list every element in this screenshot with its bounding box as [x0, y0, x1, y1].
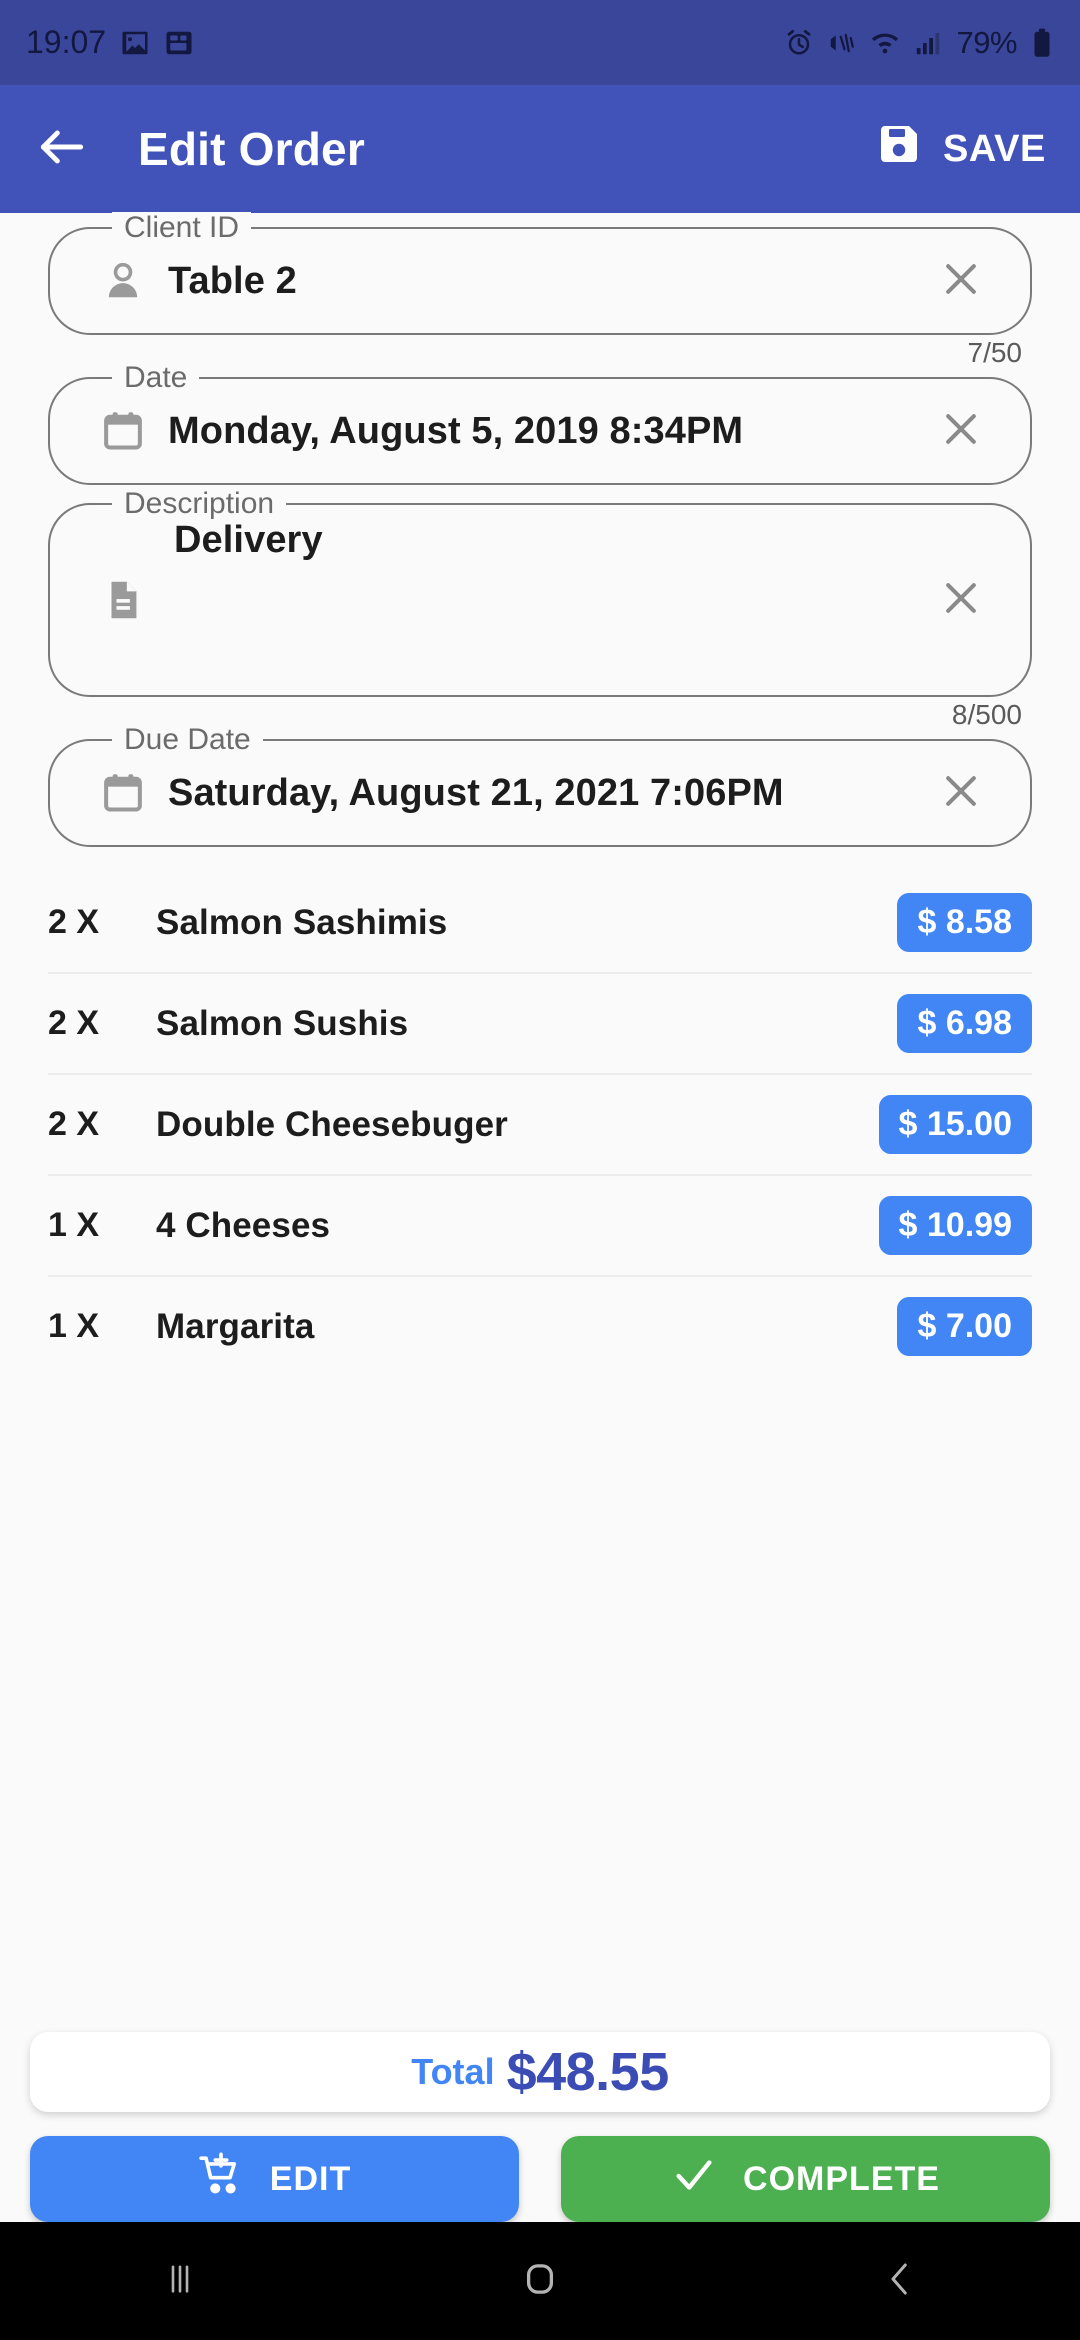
recents-icon: [159, 2258, 201, 2305]
home-icon: [519, 2258, 561, 2305]
recents-button[interactable]: [100, 2258, 260, 2305]
description-value: Delivery: [174, 519, 323, 561]
save-button[interactable]: SAVE: [875, 120, 1046, 178]
date-clear-button[interactable]: [926, 407, 996, 456]
system-navigation-bar: [0, 2222, 1080, 2340]
client-id-clear-button[interactable]: [926, 257, 996, 306]
check-icon: [671, 2152, 717, 2207]
table-row[interactable]: 2 X Salmon Sashimis $ 8.58: [0, 873, 1080, 972]
battery-icon: [1030, 28, 1054, 58]
close-icon: [939, 769, 983, 818]
person-icon: [84, 258, 162, 304]
page-title: Edit Order: [138, 123, 365, 175]
table-row[interactable]: 1 X Margarita $ 7.00: [0, 1277, 1080, 1376]
total-value: $48.55: [506, 2042, 670, 2102]
item-quantity: 2 X: [48, 1004, 100, 1042]
save-floppy-icon: [875, 120, 923, 178]
description-field[interactable]: Description Delivery: [48, 488, 1032, 697]
item-price[interactable]: $ 7.00: [897, 1297, 1032, 1356]
description-clear-button[interactable]: [926, 505, 996, 695]
edit-button[interactable]: EDIT: [30, 2136, 519, 2222]
status-bar-left: 19:07: [26, 24, 194, 61]
app-bar: Edit Order SAVE: [0, 85, 1080, 213]
edit-button-label: EDIT: [269, 2159, 352, 2198]
save-button-label: SAVE: [942, 127, 1046, 170]
client-id-field[interactable]: Client ID Table 2: [48, 212, 1032, 335]
table-row[interactable]: 2 X Salmon Sushis $ 6.98: [0, 974, 1080, 1073]
table-row[interactable]: 2 X Double Cheesebuger $ 15.00: [0, 1075, 1080, 1174]
order-form-content: Client ID Table 2 7/50 Date Monday, Augu…: [0, 212, 1080, 2024]
status-bar-right: 79%: [784, 25, 1054, 61]
order-footer: Total $48.55 EDIT COMPLETE: [0, 2032, 1080, 2222]
due-date-field[interactable]: Due Date Saturday, August 21, 2021 7:06P…: [48, 724, 1032, 847]
vibrate-icon: [827, 28, 857, 58]
due-date-clear-button[interactable]: [926, 769, 996, 818]
item-quantity: 2 X: [48, 903, 100, 941]
client-id-label: Client ID: [112, 212, 252, 244]
client-id-value: Table 2: [168, 259, 297, 302]
order-items-list: 2 X Salmon Sashimis $ 8.58 2 X Salmon Su…: [0, 873, 1080, 1376]
battery-percent: 79%: [956, 24, 1017, 60]
close-icon: [939, 257, 983, 306]
complete-button[interactable]: COMPLETE: [561, 2136, 1050, 2222]
item-name: Double Cheesebuger: [156, 1104, 508, 1144]
item-name: 4 Cheeses: [156, 1205, 331, 1245]
item-name: Margarita: [156, 1306, 315, 1346]
item-quantity: 1 X: [48, 1206, 100, 1244]
back-button-nav[interactable]: [820, 2258, 980, 2305]
item-name: Salmon Sashimis: [156, 902, 448, 942]
date-label: Date: [112, 362, 200, 394]
status-bar: 19:07 79%: [0, 0, 1080, 85]
item-name: Salmon Sushis: [156, 1003, 409, 1043]
back-chevron-icon: [879, 2258, 921, 2305]
action-button-row: EDIT COMPLETE: [0, 2136, 1080, 2222]
total-card: Total $48.55: [30, 2032, 1050, 2112]
due-date-label: Due Date: [112, 724, 263, 756]
due-date-value: Saturday, August 21, 2021 7:06PM: [168, 771, 784, 814]
qr-scan-icon: [164, 28, 194, 58]
date-value: Monday, August 5, 2019 8:34PM: [168, 409, 744, 452]
item-price[interactable]: $ 8.58: [897, 893, 1032, 952]
order-edit-screen: 19:07 79% Edit Order SAVE Client ID Tabl…: [0, 0, 1080, 2340]
item-price[interactable]: $ 15.00: [878, 1095, 1032, 1154]
back-button[interactable]: [34, 119, 104, 180]
arrow-left-icon: [34, 119, 90, 180]
status-time: 19:07: [26, 24, 107, 60]
alarm-icon: [784, 28, 814, 58]
item-quantity: 1 X: [48, 1307, 100, 1345]
close-icon: [939, 576, 983, 625]
add-to-cart-icon: [198, 2151, 244, 2207]
item-quantity: 2 X: [48, 1105, 100, 1143]
total-label: Total: [411, 2051, 495, 2092]
item-price[interactable]: $ 10.99: [878, 1196, 1032, 1255]
calendar-icon: [84, 408, 162, 454]
document-icon: [84, 505, 162, 695]
item-price[interactable]: $ 6.98: [897, 994, 1032, 1053]
complete-button-label: COMPLETE: [743, 2159, 940, 2198]
close-icon: [939, 407, 983, 456]
home-button[interactable]: [460, 2258, 620, 2305]
image-icon: [120, 28, 150, 58]
calendar-icon: [84, 770, 162, 816]
signal-icon: [913, 28, 943, 58]
wifi-icon: [870, 28, 900, 58]
date-field[interactable]: Date Monday, August 5, 2019 8:34PM: [48, 362, 1032, 485]
table-row[interactable]: 1 X 4 Cheeses $ 10.99: [0, 1176, 1080, 1275]
